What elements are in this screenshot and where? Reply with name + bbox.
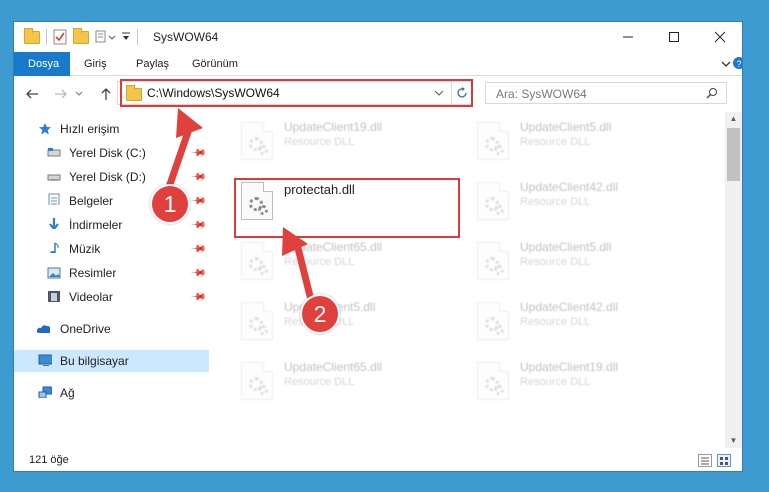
arrow-1 [164, 128, 192, 194]
arrow-2 [294, 244, 314, 300]
step-badge-2: 2 [300, 294, 340, 334]
tutorial-arrows [164, 108, 314, 300]
arrow-2-head [282, 227, 308, 256]
step-badge-1: 1 [150, 184, 190, 224]
